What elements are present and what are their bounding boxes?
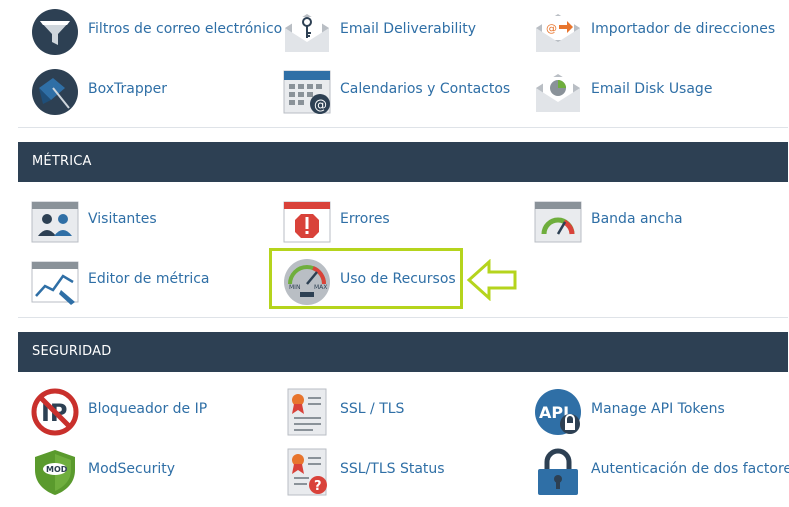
ssl-certificate-icon	[287, 388, 327, 436]
bandwidth-item[interactable]: Banda ancha	[534, 197, 714, 247]
errors-icon	[283, 201, 331, 243]
manage-api-tokens-label: Manage API Tokens	[591, 401, 725, 417]
email-disk-usage-item[interactable]: Email Disk Usage	[534, 67, 724, 117]
svg-text:?: ?	[314, 479, 322, 494]
api-token-icon: API	[535, 389, 581, 435]
metrics-editor-item[interactable]: Editor de métrica	[31, 257, 221, 307]
padlock-icon	[538, 448, 578, 495]
email-deliverability-label: Email Deliverability	[340, 21, 477, 37]
address-importer-label: Importador de direcciones	[591, 21, 776, 37]
visitors-label: Visitantes	[88, 211, 157, 227]
calendars-contacts-label: Calendarios y Contactos	[340, 81, 511, 97]
modsecurity-item[interactable]: MOD ModSecurity	[31, 447, 201, 497]
metrics-editor-label: Editor de métrica	[88, 271, 210, 287]
boxtrapper-icon	[32, 69, 78, 115]
svg-text:@: @	[314, 98, 327, 113]
errors-item[interactable]: Errores	[283, 197, 443, 247]
envelope-pie-icon	[536, 74, 580, 112]
email-deliverability-item[interactable]: Email Deliverability	[283, 7, 483, 57]
svg-text:@: @	[546, 22, 557, 35]
two-factor-auth-label: Autenticación de dos factores	[591, 461, 789, 477]
funnel-icon	[32, 9, 78, 55]
address-importer-item[interactable]: @ Importador de direcciones	[534, 7, 776, 57]
ssl-tls-label: SSL / TLS	[340, 401, 405, 417]
visitors-icon	[31, 201, 79, 243]
boxtrapper-item[interactable]: BoxTrapper	[31, 67, 201, 117]
visitors-item[interactable]: Visitantes	[31, 197, 191, 247]
arrow-left-icon	[466, 259, 517, 301]
errors-label: Errores	[340, 211, 390, 227]
ssl-status-icon: ?	[287, 448, 327, 496]
bandwidth-label: Banda ancha	[591, 211, 683, 227]
manage-api-tokens-item[interactable]: API Manage API Tokens	[534, 387, 734, 437]
email-filters-item[interactable]: Filtros de correo electrónico	[31, 7, 282, 57]
email-filters-label: Filtros de correo electrónico	[88, 21, 283, 37]
modsecurity-label: ModSecurity	[88, 461, 176, 477]
ssl-tls-item[interactable]: SSL / TLS	[283, 387, 413, 437]
envelope-import-icon: @	[536, 14, 580, 52]
boxtrapper-label: BoxTrapper	[88, 81, 167, 97]
metrics-section-header[interactable]: MÉTRICA	[18, 142, 788, 182]
modsecurity-shield-icon: MOD	[35, 450, 75, 495]
two-factor-auth-item[interactable]: Autenticación de dos factores	[534, 447, 789, 497]
ip-blocker-label: Bloqueador de IP	[88, 401, 208, 417]
ssl-tls-status-item[interactable]: ? SSL/TLS Status	[283, 447, 453, 497]
section-divider	[18, 317, 788, 318]
envelope-key-icon	[285, 14, 329, 52]
section-divider	[18, 127, 788, 128]
calendar-contacts-icon: @	[283, 70, 331, 114]
ssl-tls-status-label: SSL/TLS Status	[340, 461, 445, 477]
email-disk-usage-label: Email Disk Usage	[591, 81, 713, 97]
security-section-header[interactable]: SEGURIDAD	[18, 332, 788, 372]
ip-blocker-item[interactable]: IP Bloqueador de IP	[31, 387, 211, 437]
resource-usage-highlight-box	[269, 248, 463, 309]
mod-text: MOD	[46, 465, 68, 474]
metrics-editor-icon	[31, 261, 79, 305]
calendars-contacts-item[interactable]: @ Calendarios y Contactos	[283, 67, 513, 117]
bandwidth-gauge-icon	[534, 201, 582, 243]
ip-blocker-icon: IP	[31, 388, 79, 436]
